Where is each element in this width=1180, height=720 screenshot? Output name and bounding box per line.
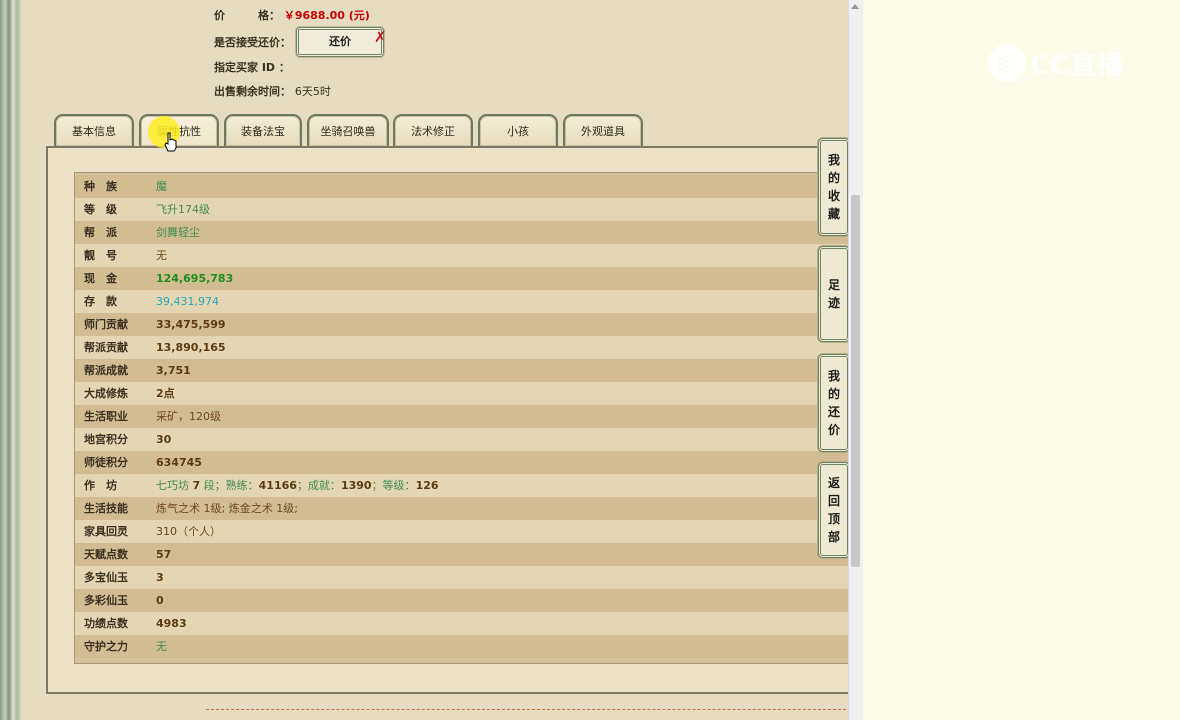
table-row: 帮 派剑舞轻尘	[75, 221, 848, 244]
buyer-id-row: 指定买家 ID ：	[214, 59, 290, 75]
trade-page: 价 格： ￥9688.00 (元) 是否接受还价： 还价 ✗ 指定买家 ID ：…	[0, 0, 848, 720]
time-left-row: 出售剩余时间： 6天5时	[214, 83, 331, 99]
table-row: 师门贡献 33,475,599	[75, 313, 848, 336]
price-label: 价 格：	[214, 9, 280, 22]
price-row: 价 格： ￥9688.00 (元)	[214, 7, 370, 23]
table-row: 多彩仙玉 0	[75, 589, 848, 612]
table-row: 靓 号无	[75, 244, 848, 267]
table-row: 生活技能 炼气之术 1级; 炼金之术 1级;	[75, 497, 848, 520]
table-row: 生活职业 采矿，120级	[75, 405, 848, 428]
tab-appearance[interactable]: 外观道具	[563, 114, 643, 146]
cc-logo-icon: ◎	[988, 44, 1026, 82]
tab-equipment[interactable]: 装备法宝	[224, 114, 302, 146]
scroll-thumb[interactable]	[851, 195, 860, 567]
table-row: 帮派贡献 13,890,165	[75, 336, 848, 359]
time-left-value: 6天5时	[294, 85, 331, 98]
price-value: ￥9688.00 (元)	[283, 9, 370, 22]
vertical-scrollbar[interactable]	[848, 0, 863, 720]
hand-cursor-icon	[164, 132, 177, 152]
table-row: 帮派成就 3,751	[75, 359, 848, 382]
my-favorites-button[interactable]: 我的收藏	[818, 138, 850, 236]
divider	[206, 709, 846, 710]
scroll-up-icon[interactable]	[851, 4, 859, 9]
table-row: 大成修炼 2点	[75, 382, 848, 405]
buyer-id-label: 指定买家 ID ：	[214, 61, 290, 74]
table-row: 多宝仙玉 3	[75, 566, 848, 589]
tab-spell-mods[interactable]: 法术修正	[393, 114, 473, 146]
table-row: 作 坊 七巧坊 7 段；熟练：41166；成就：1390；等级：126	[75, 474, 848, 497]
table-row: 地宫积分 30	[75, 428, 848, 451]
table-row: 功绩点数 4983	[75, 612, 848, 635]
table-row: 存 款 39,431,974	[75, 290, 848, 313]
counter-offer-button[interactable]: 还价	[296, 27, 384, 57]
history-button[interactable]: 足迹	[818, 246, 850, 342]
table-row: 天赋点数 57	[75, 543, 848, 566]
cc-live-logo: ◎ CC直播	[988, 44, 1124, 82]
tab-mounts-pets[interactable]: 坐骑召唤兽	[307, 114, 389, 146]
table-row: 等 级飞升174级	[75, 198, 848, 221]
close-icon[interactable]: ✗	[374, 30, 387, 45]
workshop-value: 七巧坊 7 段；熟练：41166；成就：1390；等级：126	[156, 479, 439, 492]
attributes-table: 种 族魔 等 级飞升174级 帮 派剑舞轻尘 靓 号无 现 金 124,695,7…	[74, 172, 848, 664]
tab-children[interactable]: 小孩	[478, 114, 558, 146]
back-to-top-button[interactable]: 返回顶部	[818, 462, 850, 558]
table-row: 现 金 124,695,783	[75, 267, 848, 290]
table-row: 种 族魔	[75, 175, 848, 198]
tab-basic-info[interactable]: 基本信息	[54, 114, 134, 146]
table-row: 家具回灵 310（个人）	[75, 520, 848, 543]
counter-offer-label: 是否接受还价：	[214, 36, 291, 49]
left-border	[0, 0, 22, 720]
my-counter-offers-button[interactable]: 我的还价	[818, 354, 850, 452]
table-row: 守护之力无	[75, 635, 848, 658]
counter-offer-row: 是否接受还价：	[214, 34, 291, 50]
time-left-label: 出售剩余时间：	[214, 85, 291, 98]
table-row: 师徒积分 634745	[75, 451, 848, 474]
